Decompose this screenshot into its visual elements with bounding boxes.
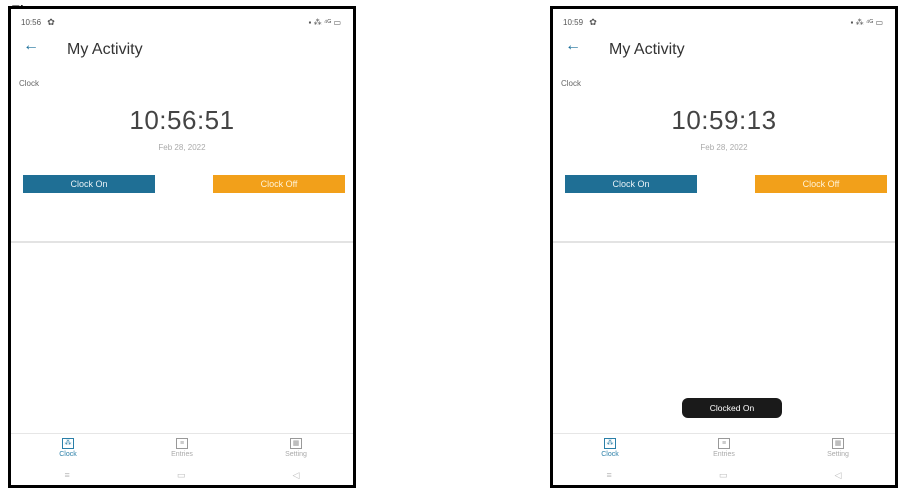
back-arrow-icon[interactable]: ← bbox=[23, 37, 39, 55]
clock-tab-icon: ⁂ bbox=[62, 438, 74, 449]
section-label: Clock bbox=[19, 79, 40, 88]
clock-time: 10:59:13 bbox=[671, 105, 777, 135]
entries-tab-icon: ≡ bbox=[176, 438, 188, 449]
divider bbox=[11, 241, 353, 243]
entries-tab-icon: ≡ bbox=[718, 438, 730, 449]
back-icon[interactable]: ◁ bbox=[293, 470, 300, 481]
divider bbox=[553, 241, 895, 243]
section-label: Clock bbox=[561, 79, 582, 88]
status-time: 10:56 bbox=[21, 17, 42, 27]
nav-item-setting[interactable]: ▦ Setting bbox=[781, 434, 895, 466]
bottom-navigation: ⁂ Clock ≡ Entries ▦ Setting bbox=[11, 433, 353, 466]
settings-notification-icon: ✿ bbox=[589, 16, 597, 27]
setting-tab-icon: ▦ bbox=[832, 438, 844, 449]
phone-screenshot-before: 10:56 ✿ ▪ ⁂ ⁴ᴳ ▭ ← My Activity Clock 10:… bbox=[8, 6, 356, 488]
menu-icon[interactable]: ≡ bbox=[65, 470, 70, 480]
status-bar: 10:56 ✿ ▪ ⁂ ⁴ᴳ ▭ bbox=[21, 15, 341, 29]
nav-label: Entries bbox=[713, 451, 735, 458]
back-arrow-icon[interactable]: ← bbox=[565, 37, 581, 55]
toast-message: Clocked On bbox=[682, 398, 782, 418]
nav-item-entries[interactable]: ≡ Entries bbox=[667, 434, 781, 466]
clock-time: 10:56:51 bbox=[129, 105, 235, 135]
home-icon[interactable]: ▭ bbox=[719, 470, 728, 481]
status-indicators: ▪ ⁂ ⁴ᴳ ▭ bbox=[308, 17, 341, 27]
clock-on-button[interactable]: Clock On bbox=[23, 175, 155, 193]
clock-tab-icon: ⁂ bbox=[604, 438, 616, 449]
nav-label: Setting bbox=[827, 451, 849, 458]
status-indicators: ▪ ⁂ ⁴ᴳ ▭ bbox=[850, 17, 883, 27]
nav-label: Entries bbox=[171, 451, 193, 458]
clock-date: Feb 28, 2022 bbox=[700, 143, 748, 152]
clock-off-button[interactable]: Clock Off bbox=[755, 175, 887, 193]
home-icon[interactable]: ▭ bbox=[177, 470, 186, 481]
nav-item-entries[interactable]: ≡ Entries bbox=[125, 434, 239, 466]
clock-on-button[interactable]: Clock On bbox=[565, 175, 697, 193]
bottom-navigation: ⁂ Clock ≡ Entries ▦ Setting bbox=[553, 433, 895, 466]
settings-notification-icon: ✿ bbox=[47, 16, 55, 27]
phone-screenshot-after: 10:59 ✿ ▪ ⁂ ⁴ᴳ ▭ ← My Activity Clock 10:… bbox=[550, 6, 898, 488]
clock-date: Feb 28, 2022 bbox=[158, 143, 206, 152]
menu-icon[interactable]: ≡ bbox=[607, 470, 612, 480]
clock-off-button[interactable]: Clock Off bbox=[213, 175, 345, 193]
nav-item-setting[interactable]: ▦ Setting bbox=[239, 434, 353, 466]
nav-label: Clock bbox=[601, 451, 619, 458]
status-bar: 10:59 ✿ ▪ ⁂ ⁴ᴳ ▭ bbox=[563, 15, 883, 29]
status-time: 10:59 bbox=[563, 17, 584, 27]
nav-item-clock[interactable]: ⁂ Clock bbox=[11, 434, 125, 466]
system-navigation-bar: ≡ ▭ ◁ bbox=[11, 467, 353, 483]
page-title: My Activity bbox=[609, 41, 685, 58]
nav-label: Clock bbox=[59, 451, 77, 458]
nav-item-clock[interactable]: ⁂ Clock bbox=[553, 434, 667, 466]
nav-label: Setting bbox=[285, 451, 307, 458]
setting-tab-icon: ▦ bbox=[290, 438, 302, 449]
back-icon[interactable]: ◁ bbox=[835, 470, 842, 481]
page-title: My Activity bbox=[67, 41, 143, 58]
system-navigation-bar: ≡ ▭ ◁ bbox=[553, 467, 895, 483]
